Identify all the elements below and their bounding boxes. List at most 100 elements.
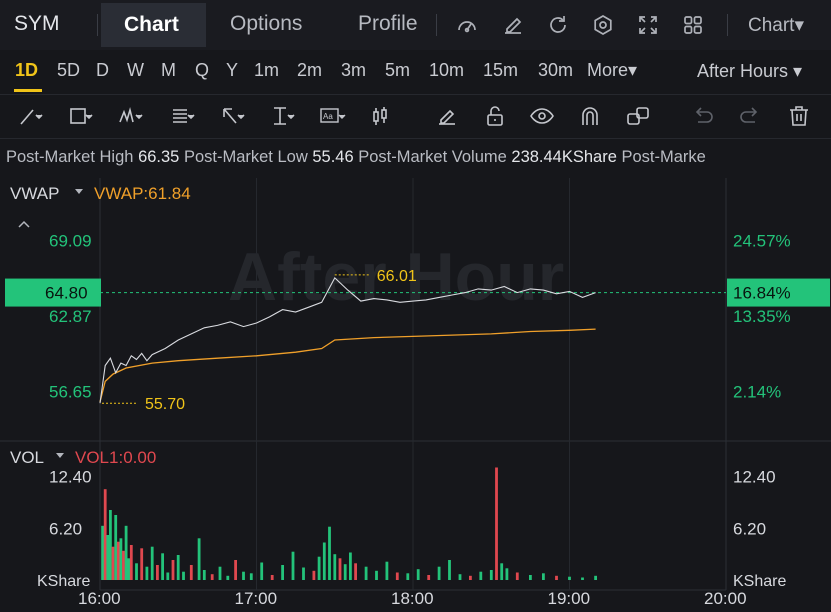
volume-bar bbox=[594, 575, 597, 580]
volume-bar bbox=[437, 566, 441, 580]
volume-bar bbox=[122, 550, 125, 580]
x-tick-label: 20:00 bbox=[704, 589, 747, 608]
volume-tick-label: 6.20 bbox=[49, 519, 82, 538]
volume-bar bbox=[581, 577, 584, 580]
volume-bar bbox=[182, 571, 185, 580]
volume-bar bbox=[127, 558, 131, 580]
volume-bar bbox=[242, 571, 245, 580]
volume-bar bbox=[312, 570, 316, 580]
volume-bar bbox=[189, 565, 193, 580]
chevron-down-icon[interactable] bbox=[75, 189, 83, 194]
volume-bar bbox=[354, 563, 357, 580]
indicator-label-vwap[interactable]: VWAP bbox=[10, 184, 59, 203]
volume-bar bbox=[226, 575, 230, 580]
volume-bar bbox=[338, 558, 342, 580]
volume-bar bbox=[448, 560, 451, 580]
collapse-chevron-icon[interactable] bbox=[18, 220, 30, 228]
volume-unit-left: KShare bbox=[37, 573, 90, 590]
price-chart[interactable]: After Hour VWAP VWAP:61.84 69.0962.8756.… bbox=[0, 0, 831, 612]
volume-left-ticks: 12.40 6.20 bbox=[49, 468, 92, 539]
indicator-value-vol: VOL1:0.00 bbox=[75, 448, 156, 467]
volume-bar bbox=[145, 566, 149, 580]
volume-bar bbox=[385, 561, 389, 580]
volume-bar bbox=[202, 570, 206, 580]
volume-bar bbox=[116, 541, 120, 580]
volume-bar bbox=[328, 526, 331, 580]
volume-bar bbox=[111, 546, 115, 580]
volume-bar bbox=[343, 564, 347, 580]
percent-tick-label: 13.35% bbox=[733, 307, 791, 326]
price-tick-label: 62.87 bbox=[49, 307, 92, 326]
volume-bar bbox=[529, 575, 532, 580]
volume-bar bbox=[489, 570, 493, 580]
volume-bars bbox=[101, 467, 597, 580]
price-tick-label: 69.09 bbox=[49, 231, 92, 250]
volume-bar bbox=[317, 556, 321, 580]
volume-bar bbox=[395, 572, 399, 580]
volume-bar bbox=[103, 489, 107, 580]
volume-unit-right: KShare bbox=[733, 573, 786, 590]
x-tick-label: 19:00 bbox=[548, 589, 591, 608]
volume-bar bbox=[291, 551, 295, 580]
high-marker-label: 66.01 bbox=[377, 268, 417, 285]
volume-bar bbox=[270, 575, 274, 580]
volume-bar bbox=[542, 573, 545, 580]
volume-bar bbox=[129, 545, 133, 580]
current-change-value: 16.84% bbox=[733, 284, 791, 303]
indicator-value-vwap: VWAP:61.84 bbox=[94, 184, 191, 203]
vwap-line bbox=[99, 328, 596, 403]
volume-bar bbox=[218, 566, 222, 580]
right-percent-ticks: 24.57% 13.35% 2.14% bbox=[733, 231, 791, 401]
volume-bar bbox=[505, 568, 509, 580]
volume-tick-label: 12.40 bbox=[49, 468, 92, 487]
volume-bar bbox=[166, 572, 170, 580]
volume-bar bbox=[427, 575, 431, 580]
indicator-label-vol[interactable]: VOL bbox=[10, 448, 44, 467]
volume-bar bbox=[124, 525, 128, 580]
volume-bar bbox=[156, 565, 159, 580]
volume-bar bbox=[479, 571, 483, 580]
volume-bar bbox=[260, 562, 264, 580]
volume-bar bbox=[119, 538, 123, 580]
volume-bar bbox=[135, 563, 138, 580]
volume-bar bbox=[364, 566, 368, 580]
volume-bar bbox=[161, 553, 164, 580]
x-tick-label: 16:00 bbox=[78, 589, 121, 608]
volume-tick-label: 12.40 bbox=[733, 468, 776, 487]
volume-right-ticks: 12.40 6.20 bbox=[733, 468, 776, 539]
volume-bar bbox=[555, 575, 558, 580]
current-price-value: 64.80 bbox=[45, 284, 88, 303]
volume-bar bbox=[568, 576, 571, 580]
volume-bar bbox=[140, 548, 144, 580]
volume-bar bbox=[106, 535, 110, 580]
x-axis-ticks: 16:00 17:00 18:00 19:00 20:00 bbox=[78, 589, 747, 608]
volume-bar bbox=[249, 573, 253, 580]
price-tick-label: 56.65 bbox=[49, 383, 92, 402]
volume-bar bbox=[416, 569, 420, 580]
volume-bar bbox=[458, 574, 462, 580]
volume-bar bbox=[150, 546, 154, 580]
volume-bar bbox=[114, 515, 118, 580]
volume-bar bbox=[234, 560, 237, 580]
x-tick-label: 17:00 bbox=[235, 589, 278, 608]
volume-bar bbox=[197, 538, 201, 580]
volume-bar bbox=[109, 510, 112, 580]
percent-tick-label: 24.57% bbox=[733, 231, 791, 250]
percent-tick-label: 2.14% bbox=[733, 383, 781, 402]
low-marker-label: 55.70 bbox=[145, 396, 185, 413]
volume-bar bbox=[322, 542, 326, 580]
volume-bar bbox=[515, 572, 519, 580]
volume-bar bbox=[375, 570, 378, 580]
volume-bar bbox=[500, 563, 504, 580]
volume-bar bbox=[469, 575, 472, 580]
volume-bar bbox=[176, 555, 180, 580]
volume-bar bbox=[406, 573, 410, 580]
volume-bar bbox=[210, 574, 214, 580]
volume-bar bbox=[302, 567, 305, 580]
chevron-down-icon[interactable] bbox=[56, 453, 64, 458]
left-price-ticks: 69.09 62.87 56.65 bbox=[49, 231, 92, 401]
volume-bar bbox=[495, 467, 498, 580]
volume-bar bbox=[349, 552, 352, 580]
volume-bar bbox=[101, 525, 104, 580]
volume-bar bbox=[333, 554, 337, 580]
